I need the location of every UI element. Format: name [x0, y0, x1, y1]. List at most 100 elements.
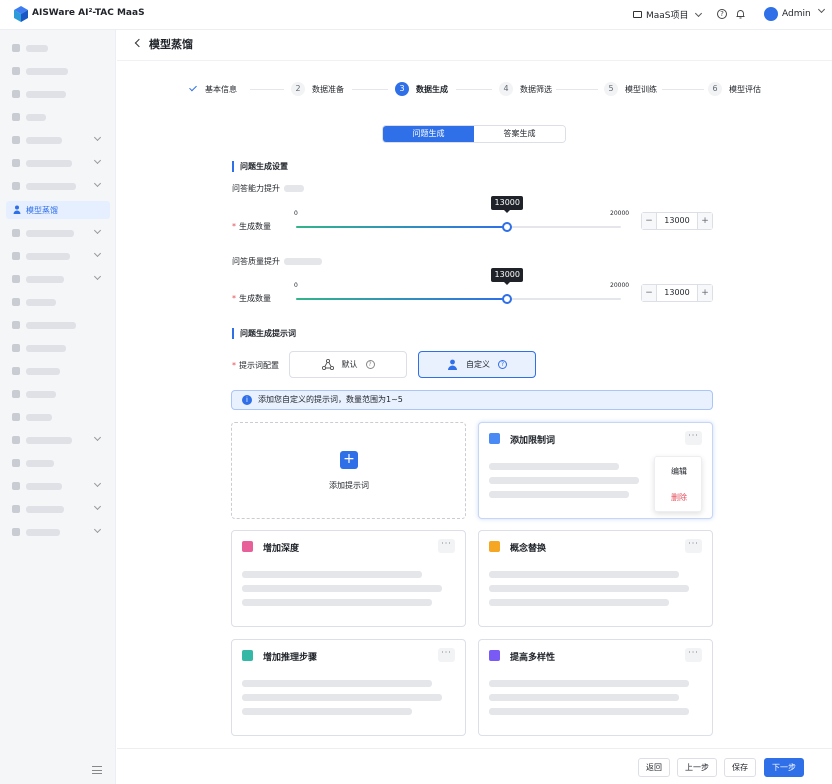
step-data-prep[interactable]: 2 数据准备	[291, 82, 344, 96]
blurred-text	[284, 258, 322, 265]
collapse-sidebar-icon[interactable]	[92, 766, 102, 774]
quantity-input[interactable]: 13000	[656, 285, 698, 301]
prompt-card-icon	[489, 541, 500, 552]
sidebar-item-icon	[12, 459, 20, 467]
sidebar-item[interactable]	[6, 177, 110, 195]
sidebar-item[interactable]	[6, 408, 110, 426]
sidebar-item-label-blurred	[26, 460, 54, 467]
blurred-text	[489, 680, 689, 687]
plus-icon[interactable]: +	[340, 451, 358, 469]
back-button[interactable]: 返回	[638, 758, 670, 777]
sidebar-item-icon	[12, 321, 20, 329]
more-icon[interactable]: ···	[438, 648, 455, 662]
sidebar-item-label-blurred	[26, 437, 72, 444]
step-label: 数据筛选	[520, 84, 552, 94]
info-banner: i 添加您自定义的提示词，数量范围为1~5	[231, 390, 713, 410]
chevron-down-icon	[93, 433, 102, 442]
bell-icon[interactable]	[736, 9, 745, 19]
help-icon[interactable]: ?	[717, 9, 727, 19]
save-button[interactable]: 保存	[724, 758, 756, 777]
sidebar-item[interactable]	[6, 362, 110, 380]
quantity-input[interactable]: 13000	[656, 213, 698, 229]
prev-step-button[interactable]: 上一步	[677, 758, 717, 777]
sidebar-item-label-blurred	[26, 368, 60, 375]
decrement-button[interactable]: −	[642, 213, 656, 229]
prompt-card[interactable]: 增加推理步骤 ···	[231, 639, 466, 736]
sidebar-item[interactable]	[6, 523, 110, 541]
prompt-card[interactable]: 提高多样性 ···	[478, 639, 713, 736]
sidebar-item[interactable]	[6, 431, 110, 449]
menu-item-delete[interactable]: 删除	[655, 492, 703, 503]
sidebar-item[interactable]	[6, 85, 110, 103]
sidebar-item[interactable]	[6, 154, 110, 172]
person-icon	[13, 205, 21, 214]
blurred-text	[242, 708, 412, 715]
prompt-option-default[interactable]: 默认 ?	[289, 351, 407, 378]
sidebar-item[interactable]	[6, 316, 110, 334]
step-data-filter[interactable]: 4 数据筛选	[499, 82, 552, 96]
step-basic-info[interactable]: 基本信息	[188, 82, 237, 96]
increment-button[interactable]: +	[698, 285, 712, 301]
sidebar-item[interactable]	[6, 454, 110, 472]
step-data-gen[interactable]: 3 数据生成	[395, 82, 448, 96]
prompt-card[interactable]: 增加深度 ···	[231, 530, 466, 627]
chevron-down-icon	[93, 502, 102, 511]
chevron-down-icon	[93, 156, 102, 165]
sidebar-item-icon	[12, 113, 20, 121]
sidebar-item[interactable]	[6, 293, 110, 311]
more-icon[interactable]: ···	[685, 431, 702, 445]
sidebar-item-label-blurred	[26, 299, 56, 306]
step-model-train[interactable]: 5 模型训练	[604, 82, 657, 96]
sidebar-item[interactable]	[6, 224, 110, 242]
add-prompt-card[interactable]	[231, 422, 466, 519]
sidebar-item-label-blurred	[26, 183, 76, 190]
generation-tabs: 问题生成 答案生成	[382, 125, 566, 143]
avatar[interactable]	[764, 7, 778, 21]
sidebar-item[interactable]	[6, 131, 110, 149]
user-chevron-down-icon[interactable]	[817, 5, 826, 14]
step-connector	[456, 89, 492, 90]
step-number: 2	[291, 82, 305, 96]
sidebar-item-model-distill[interactable]: 模型蒸馏	[6, 201, 110, 219]
next-step-button[interactable]: 下一步	[764, 758, 804, 777]
sidebar-item[interactable]	[6, 385, 110, 403]
prompt-option-custom[interactable]: 自定义 ?	[418, 351, 536, 378]
sidebar-item[interactable]	[6, 39, 110, 57]
sidebar-item[interactable]	[6, 270, 110, 288]
menu-item-edit[interactable]: 编辑	[655, 466, 703, 477]
tab-answer-gen[interactable]: 答案生成	[474, 126, 565, 142]
project-selector[interactable]: MaaS项目	[633, 8, 702, 21]
step-label: 数据生成	[416, 84, 448, 94]
sidebar-item-icon	[12, 90, 20, 98]
more-icon[interactable]: ···	[438, 539, 455, 553]
decrement-button[interactable]: −	[642, 285, 656, 301]
prompt-card[interactable]: 概念替换 ···	[478, 530, 713, 627]
sidebar-item[interactable]	[6, 62, 110, 80]
slider-min: 0	[294, 282, 298, 289]
sidebar-item[interactable]	[6, 339, 110, 357]
user-name[interactable]: Admin	[782, 9, 811, 19]
more-icon[interactable]: ···	[685, 539, 702, 553]
chevron-down-icon	[93, 272, 102, 281]
sidebar-item[interactable]	[6, 108, 110, 126]
help-icon[interactable]: ?	[498, 360, 507, 369]
sidebar-item-label-blurred	[26, 160, 72, 167]
sidebar-item[interactable]	[6, 477, 110, 495]
help-icon[interactable]: ?	[365, 360, 375, 369]
tab-question-gen[interactable]: 问题生成	[383, 126, 474, 142]
sidebar-item[interactable]	[6, 500, 110, 518]
blurred-text	[242, 680, 432, 687]
sidebar-item-label-blurred	[26, 45, 48, 52]
prompt-card-title: 提高多样性	[510, 653, 556, 663]
chevron-down-icon	[694, 9, 702, 17]
sidebar-item-label-blurred	[26, 506, 64, 513]
step-model-eval[interactable]: 6 模型评估	[708, 82, 761, 96]
sidebar-item[interactable]	[6, 247, 110, 265]
increment-button[interactable]: +	[698, 213, 712, 229]
step-connector	[250, 89, 284, 90]
sidebar-item-icon	[12, 367, 20, 375]
sidebar-item-label-blurred	[26, 529, 60, 536]
sidebar-item-icon	[12, 413, 20, 421]
prompt-option-label: 自定义	[466, 360, 490, 369]
more-icon[interactable]: ···	[685, 648, 702, 662]
